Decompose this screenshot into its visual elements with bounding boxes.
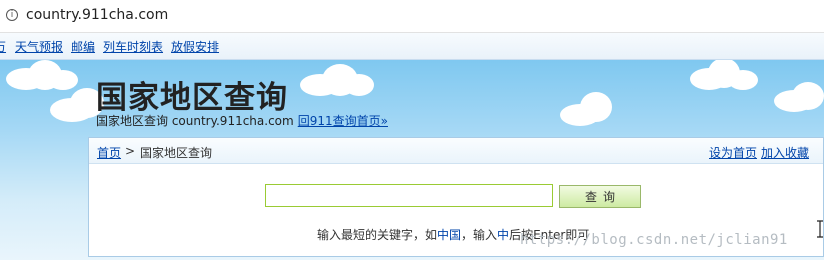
search-button[interactable]: 查询 bbox=[559, 185, 641, 208]
nav-link-weather[interactable]: 天气预报 bbox=[15, 38, 63, 55]
info-icon[interactable]: i bbox=[6, 9, 18, 21]
breadcrumb-separator: > bbox=[125, 144, 136, 158]
tip-keyword: 中国 bbox=[437, 228, 462, 242]
nav-link-cut[interactable]: 万 bbox=[0, 38, 6, 55]
search-input[interactable] bbox=[265, 184, 553, 207]
text-cursor-icon bbox=[817, 220, 823, 238]
set-homepage-link[interactable]: 设为首页 bbox=[709, 144, 757, 161]
site-subtitle: 国家地区查询 country.911cha.com 回911查询首页» bbox=[96, 112, 388, 129]
breadcrumb: 首页 > 国家地区查询 设为首页 加入收藏 bbox=[89, 138, 823, 164]
add-favorite-link[interactable]: 加入收藏 bbox=[761, 144, 809, 161]
nav-link-holiday[interactable]: 放假安排 bbox=[171, 38, 219, 55]
nav-link-postcode[interactable]: 邮编 bbox=[71, 38, 95, 55]
breadcrumb-home-link[interactable]: 首页 bbox=[97, 144, 121, 161]
nav-link-train[interactable]: 列车时刻表 bbox=[103, 38, 163, 55]
breadcrumb-current: 国家地区查询 bbox=[140, 146, 213, 160]
watermark: https://blog.csdn.net/jclian91 bbox=[520, 232, 788, 248]
subtitle-text: 国家地区查询 country.911cha.com bbox=[96, 114, 294, 128]
tip-text: 输入最短的关键字，如 bbox=[317, 228, 438, 242]
page-title: 国家地区查询 bbox=[96, 80, 288, 116]
url-text[interactable]: country.911cha.com bbox=[26, 7, 168, 23]
back-home-link[interactable]: 回911查询首页» bbox=[298, 114, 388, 128]
address-bar[interactable]: i country.911cha.com bbox=[0, 0, 824, 33]
tip-text: ，输入 bbox=[461, 228, 498, 242]
top-nav: 万 天气预报 邮编 列车时刻表 放假安排 bbox=[0, 33, 824, 60]
tip-keyword: 中 bbox=[497, 228, 510, 242]
